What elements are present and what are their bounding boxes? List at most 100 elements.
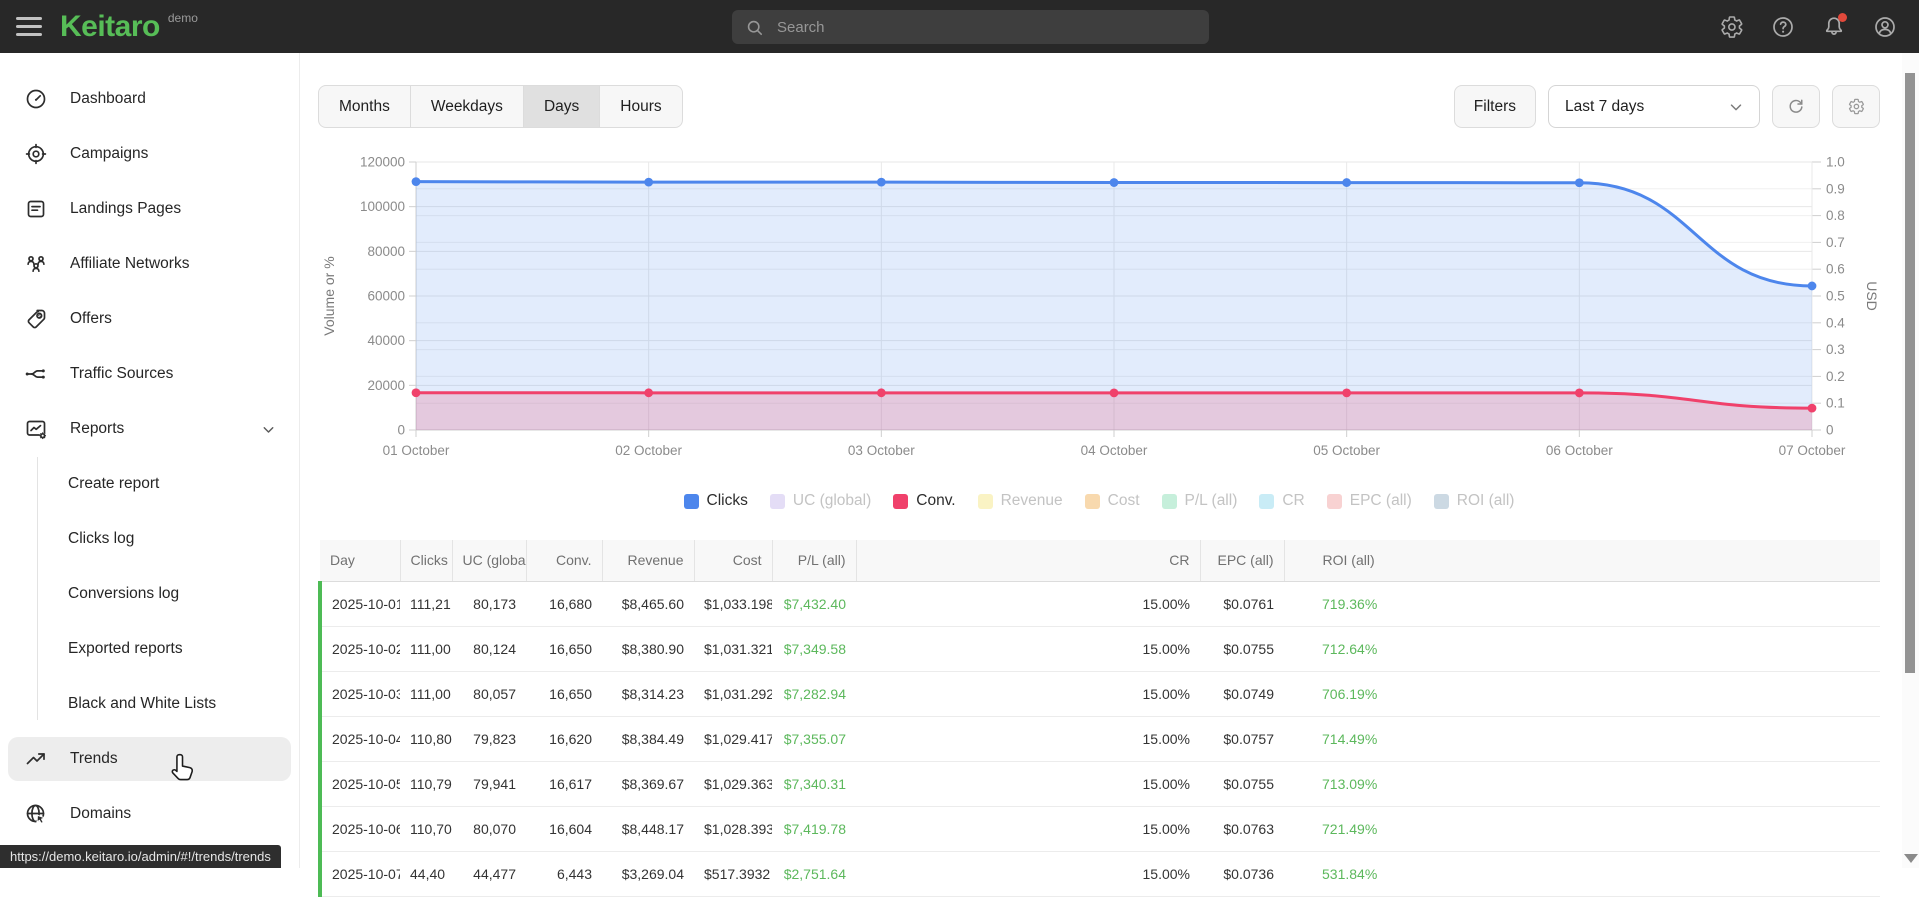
account-icon[interactable] (1873, 15, 1897, 39)
cell-clicks: 44,40 (400, 851, 452, 896)
legend-label: ROI (all) (1457, 492, 1515, 510)
search-icon (745, 18, 764, 37)
axis-label: 0.8 (1826, 208, 1845, 223)
legend-item-uc-global-[interactable]: UC (global) (770, 492, 871, 510)
cell-cr: 15.00% (856, 716, 1200, 761)
tab-days[interactable]: Days (523, 86, 599, 127)
notifications-icon[interactable] (1822, 15, 1846, 39)
cell-epc-all-: $0.0757 (1200, 716, 1284, 761)
legend-swatch (684, 494, 699, 509)
cell-cost: $1,029.4177 (694, 716, 772, 761)
data-point-conv- (1110, 388, 1119, 397)
cell-roi-all-: 719.36% (1284, 581, 1880, 626)
sidebar-submenu-reports: Create report Clicks log Conversions log Ex… (0, 462, 299, 726)
cell-p-l-all-: $7,282.94 (772, 671, 856, 716)
refresh-button[interactable] (1772, 85, 1820, 128)
sidebar-item-exported-reports[interactable]: Exported reports (0, 627, 299, 671)
cell-cost: $1,033.1989 (694, 581, 772, 626)
legend-item-roi-all-[interactable]: ROI (all) (1434, 492, 1515, 510)
menu-toggle-icon[interactable] (16, 12, 42, 41)
data-point-conv- (877, 388, 886, 397)
legend-item-revenue[interactable]: Revenue (978, 492, 1063, 510)
axis-label: 05 October (1313, 443, 1380, 458)
legend-item-cost[interactable]: Cost (1085, 492, 1140, 510)
tab-weekdays[interactable]: Weekdays (410, 86, 523, 127)
sidebar-item-label: Reports (70, 420, 124, 438)
settings-icon[interactable] (1720, 15, 1744, 39)
legend-item-cr[interactable]: CR (1259, 492, 1304, 510)
search-input[interactable] (775, 18, 1209, 37)
trends-chart: 00.10.20.30.40.50.60.70.80.91.0020000400… (318, 150, 1880, 480)
cell-roi-all-: 721.49% (1284, 806, 1880, 851)
tab-months[interactable]: Months (319, 86, 410, 127)
sidebar-item-clicks-log[interactable]: Clicks log (0, 517, 299, 561)
sidebar-item-label: Trends (70, 750, 118, 768)
cell-roi-all-: 706.19% (1284, 671, 1880, 716)
sidebar-item-create-report[interactable]: Create report (0, 462, 299, 506)
cell-uc-global-: 79,941 (452, 761, 526, 806)
legend-item-clicks[interactable]: Clicks (684, 492, 748, 510)
scrollbar-down-arrow[interactable] (1904, 854, 1918, 863)
sidebar-item-label: Affiliate Networks (70, 255, 189, 273)
column-header-revenue: Revenue (602, 540, 694, 581)
series-area-conv- (416, 393, 1812, 430)
sidebar-item-label: Traffic Sources (70, 365, 173, 383)
brand-logo[interactable]: Keitaro (60, 0, 160, 53)
legend-item-conv-[interactable]: Conv. (893, 492, 955, 510)
sidebar-item-landings-pages[interactable]: Landings Pages (8, 187, 291, 231)
column-header-p-l-all-: P/L (all) (772, 540, 856, 581)
trends-icon (24, 747, 48, 771)
axis-label: 02 October (615, 443, 682, 458)
scrollbar-track[interactable] (1902, 53, 1919, 868)
cell-cr: 15.00% (856, 806, 1200, 851)
axis-label: 20000 (367, 378, 405, 393)
date-range-select[interactable]: Last 7 days (1548, 85, 1760, 128)
sidebar-item-campaigns[interactable]: Campaigns (8, 132, 291, 176)
sidebar-item-conversions-log[interactable]: Conversions log (0, 572, 299, 616)
cell-p-l-all-: $7,340.31 (772, 761, 856, 806)
tab-hours[interactable]: Hours (599, 86, 681, 127)
cell-cost: $517.3932 (694, 851, 772, 896)
cell-cost: $1,029.3633 (694, 761, 772, 806)
sidebar-item-offers[interactable]: SOffers (8, 297, 291, 341)
axis-label: 60000 (367, 289, 405, 304)
refresh-icon (1786, 97, 1806, 117)
legend-item-p-l-all-[interactable]: P/L (all) (1162, 492, 1238, 510)
cell-revenue: $8,448.17 (602, 806, 694, 851)
filters-button[interactable]: Filters (1454, 85, 1536, 128)
column-header-day: Day (320, 540, 400, 581)
cell-p-l-all-: $7,432.40 (772, 581, 856, 626)
date-range-value: Last 7 days (1565, 98, 1727, 116)
scrollbar-thumb[interactable] (1905, 73, 1915, 673)
cell-revenue: $8,314.23 (602, 671, 694, 716)
column-header-cost: Cost (694, 540, 772, 581)
legend-label: Conv. (916, 492, 955, 510)
toolbar-right: Filters Last 7 days (1454, 85, 1880, 128)
cell-roi-all-: 531.84% (1284, 851, 1880, 896)
cell-conv-: 16,650 (526, 671, 602, 716)
sidebar-item-reports[interactable]: Reports (8, 407, 291, 451)
axis-label: USD (1864, 281, 1880, 311)
cell-cost: $1,028.3930 (694, 806, 772, 851)
axis-label: 0.7 (1826, 235, 1845, 250)
sidebar-item-affiliate-networks[interactable]: Affiliate Networks (8, 242, 291, 286)
cell-revenue: $8,369.67 (602, 761, 694, 806)
legend-label: Clicks (707, 492, 748, 510)
sidebar-item-trends[interactable]: Trends (8, 737, 291, 781)
sidebar-item-domains[interactable]: Domains (8, 792, 291, 836)
trends-chart-container: 00.10.20.30.40.50.60.70.80.91.0020000400… (318, 150, 1880, 480)
help-icon[interactable] (1771, 15, 1795, 39)
data-point-conv- (1342, 388, 1351, 397)
column-header-roi-all-: ROI (all) (1284, 540, 1880, 581)
sidebar-item-dashboard[interactable]: Dashboard (8, 77, 291, 121)
cell-revenue: $8,380.90 (602, 626, 694, 671)
legend-label: P/L (all) (1185, 492, 1238, 510)
cell-day: 2025-10-03 (320, 671, 400, 716)
legend-item-epc-all-[interactable]: EPC (all) (1327, 492, 1412, 510)
chart-settings-button[interactable] (1832, 85, 1880, 128)
cell-uc-global-: 80,057 (452, 671, 526, 716)
sidebar-item-black-and-white-lists[interactable]: Black and White Lists (0, 682, 299, 726)
cell-epc-all-: $0.0763 (1200, 806, 1284, 851)
sidebar-item-traffic-sources[interactable]: Traffic Sources (8, 352, 291, 396)
sidebar-item-label: Campaigns (70, 145, 148, 163)
